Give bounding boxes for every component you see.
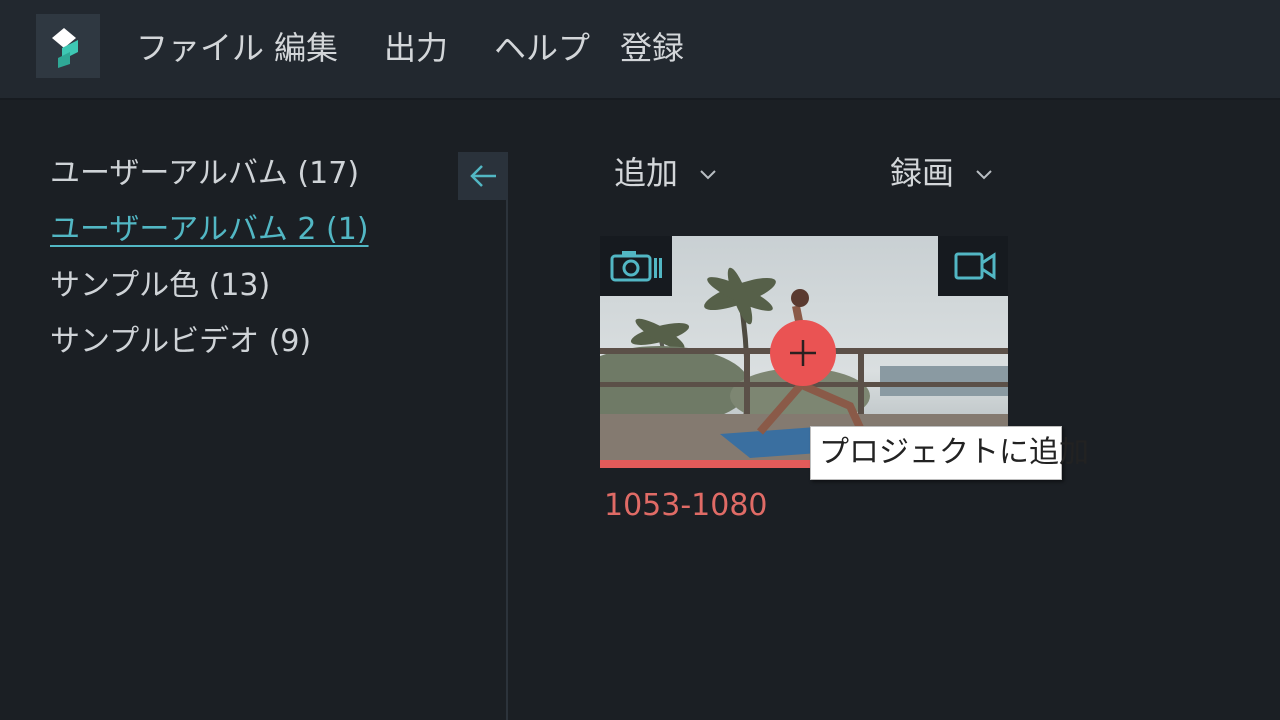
menu-edit[interactable]: 編集 xyxy=(274,26,338,70)
collapse-sidebar-button[interactable] xyxy=(458,152,508,200)
menu-bar: ファイル 編集 出力 ヘルプ 登録 xyxy=(0,0,1280,100)
album-user-album-2[interactable]: ユーザーアルバム 2 (1) xyxy=(50,210,369,250)
chevron-down-icon xyxy=(700,170,716,180)
camera-icon xyxy=(600,236,672,296)
album-sample-colors[interactable]: サンプル色 (13) xyxy=(50,266,270,306)
clip-name[interactable]: 1053-1080 xyxy=(604,486,768,526)
record-dropdown-label: 録画 xyxy=(890,154,955,192)
album-sidebar xyxy=(0,102,456,720)
album-sample-videos[interactable]: サンプルビデオ (9) xyxy=(50,322,311,362)
menu-register[interactable]: 登録 xyxy=(620,26,684,70)
menu-help[interactable]: ヘルプ xyxy=(494,26,590,70)
filmora-logo-icon[interactable] xyxy=(36,14,100,78)
add-to-project-button[interactable] xyxy=(770,320,836,386)
add-dropdown[interactable]: 追加 xyxy=(614,150,718,196)
menu-file[interactable]: ファイル xyxy=(136,26,264,70)
arrow-left-icon xyxy=(470,165,496,187)
add-dropdown-label: 追加 xyxy=(614,154,679,192)
panel-divider xyxy=(506,200,508,720)
clip-progress-bar xyxy=(600,460,812,468)
album-user-album[interactable]: ユーザーアルバム (17) xyxy=(50,154,359,194)
chevron-down-icon xyxy=(976,170,992,180)
video-camera-icon xyxy=(938,236,1008,296)
tooltip: プロジェクトに追加 xyxy=(810,426,1089,480)
record-dropdown[interactable]: 録画 xyxy=(890,150,994,196)
plus-icon xyxy=(790,340,816,366)
menu-export[interactable]: 出力 xyxy=(384,26,448,70)
